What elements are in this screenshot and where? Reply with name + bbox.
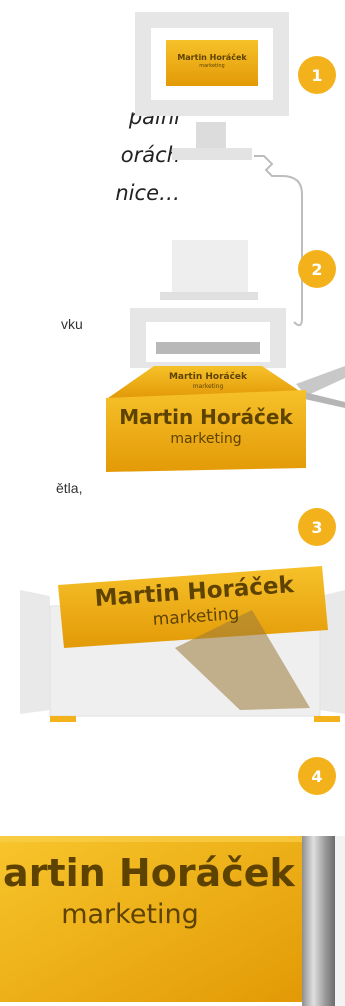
banner-label: Martin Horáček marketing xyxy=(0,851,295,930)
printer-card-label: Martin Horáček marketing xyxy=(168,372,248,390)
monitor-card-label: Martin Horáček marketing xyxy=(177,53,247,69)
step-3-badge: 3 xyxy=(298,508,336,546)
monitor-icon xyxy=(135,12,289,160)
step-4-badge: 4 xyxy=(298,757,336,795)
step-1-badge: 1 xyxy=(298,56,336,94)
step-2-badge: 2 xyxy=(298,250,336,288)
printed-card-label: Martin Horáček marketing xyxy=(119,405,293,447)
cable-line xyxy=(254,155,303,327)
